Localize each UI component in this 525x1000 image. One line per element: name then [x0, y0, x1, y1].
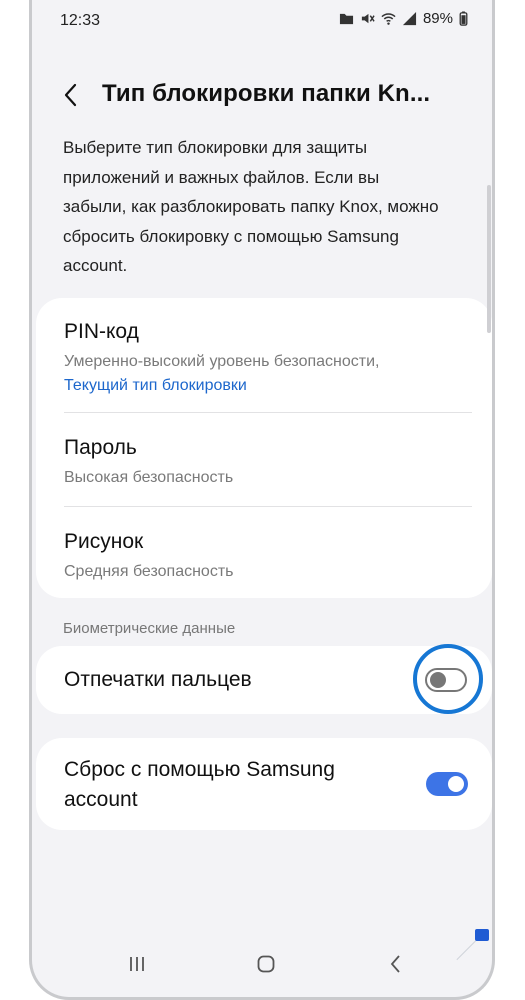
biometrics-section-header: Биометрические данные	[63, 620, 236, 637]
option-pattern-subtitle: Средняя безопасность	[64, 563, 234, 580]
recents-icon	[130, 957, 144, 971]
knox-badge-icon	[475, 929, 489, 941]
toggle-knob	[448, 776, 464, 792]
option-password-title: Пароль	[64, 436, 137, 459]
option-password[interactable]: Пароль Высокая безопасность	[64, 436, 474, 487]
navigation-bar	[32, 947, 492, 981]
scrollbar[interactable]	[487, 185, 491, 333]
nav-back-button[interactable]	[383, 952, 409, 976]
divider	[64, 412, 472, 413]
page-title: Тип блокировки папки Kn...	[102, 80, 431, 107]
app-bar: Тип блокировки папки Kn...	[32, 70, 492, 120]
option-pin[interactable]: PIN-код Умеренно-высокий уровень безопас…	[64, 320, 474, 395]
signal-icon	[402, 11, 417, 26]
back-arrow-icon	[64, 83, 77, 107]
option-pattern[interactable]: Рисунок Средняя безопасность	[64, 530, 474, 581]
fingerprints-label: Отпечатки пальцев	[64, 668, 252, 691]
status-icons: 89%	[339, 10, 468, 27]
back-button[interactable]	[54, 78, 88, 112]
divider	[64, 506, 472, 507]
battery-percent: 89%	[422, 10, 453, 27]
reset-card[interactable]: Сброс с помощью Samsung account	[36, 738, 492, 830]
option-pin-subtitle: Умеренно-высокий уровень безопасности,	[64, 353, 380, 370]
battery-icon	[459, 11, 468, 26]
lock-type-card: PIN-код Умеренно-высокий уровень безопас…	[36, 298, 492, 598]
back-icon	[390, 955, 400, 973]
highlight-ring	[413, 644, 483, 714]
option-pin-title: PIN-код	[64, 320, 139, 343]
wifi-icon	[381, 11, 396, 26]
description-text: Выберите тип блокировки для защиты прило…	[63, 138, 439, 275]
knox-folder-icon	[339, 11, 354, 26]
reset-label: Сброс с помощью Samsung account	[64, 758, 335, 811]
reset-toggle[interactable]	[426, 772, 468, 796]
status-bar: 12:33 89%	[32, 0, 492, 44]
current-lock-type-label: Текущий тип блокировки	[64, 377, 247, 394]
home-button[interactable]	[253, 952, 279, 976]
recents-button[interactable]	[124, 952, 150, 976]
option-pattern-title: Рисунок	[64, 530, 144, 553]
mute-icon	[360, 11, 375, 26]
phone-screen: 12:33 89% Тип блокировки папки Kn... Выб…	[29, 0, 495, 1000]
status-time: 12:33	[60, 12, 101, 29]
option-password-subtitle: Высокая безопасность	[64, 469, 234, 486]
home-icon	[257, 955, 275, 973]
